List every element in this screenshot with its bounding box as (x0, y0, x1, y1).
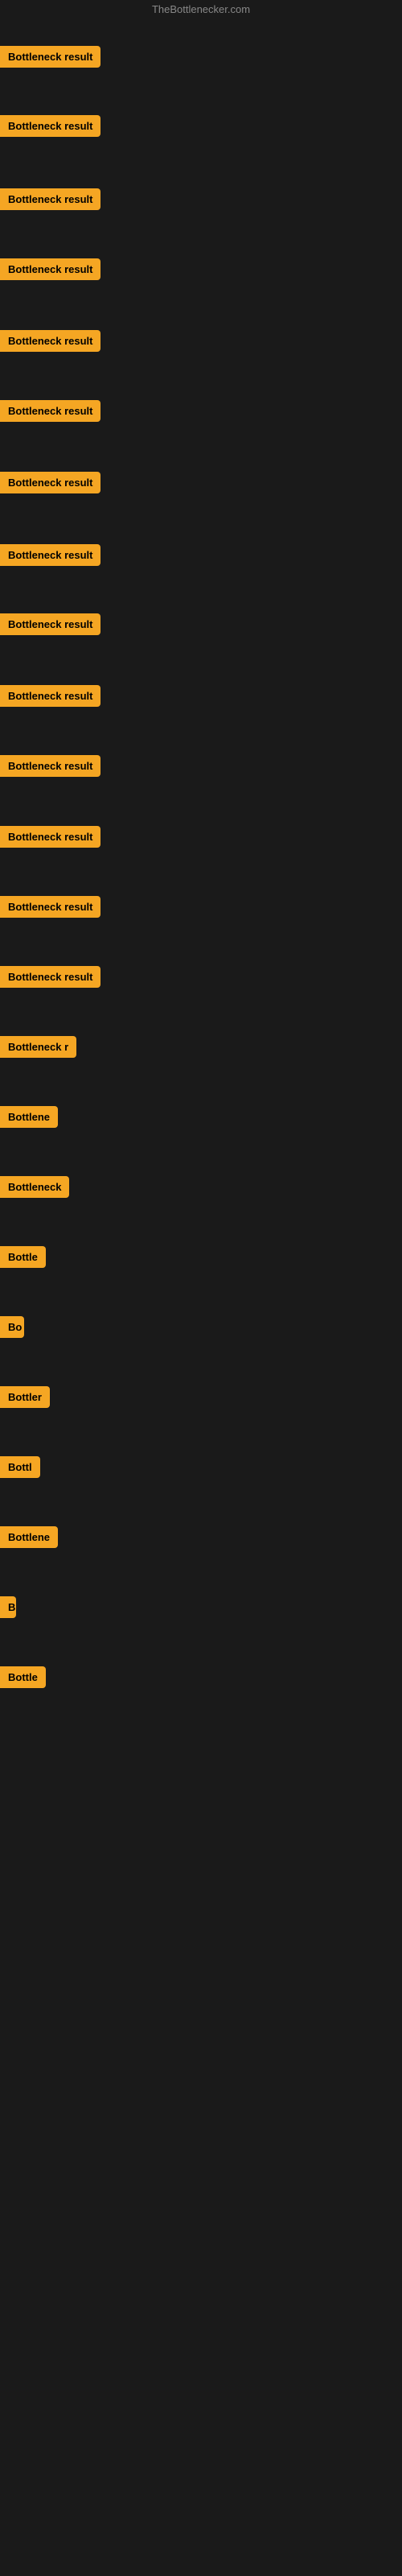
bottleneck-result-badge: Bottl (0, 1456, 40, 1478)
bottleneck-result-badge: Bottler (0, 1386, 50, 1408)
bottleneck-result-badge: Bottleneck result (0, 188, 100, 210)
bottleneck-result-badge: Bottlene (0, 1526, 58, 1548)
bottleneck-result-badge: Bottleneck (0, 1176, 69, 1198)
bottleneck-result-badge: Bottleneck result (0, 896, 100, 918)
bottleneck-result-badge: Bottleneck result (0, 613, 100, 635)
bottleneck-result-badge: Bottle (0, 1246, 46, 1268)
site-title: TheBottlenecker.com (0, 0, 402, 19)
bottleneck-result-badge: Bottleneck result (0, 46, 100, 68)
bottleneck-result-badge: Bottleneck result (0, 544, 100, 566)
bottleneck-result-badge: Bottleneck result (0, 966, 100, 988)
bottleneck-result-badge: Bottleneck r (0, 1036, 76, 1058)
bottleneck-result-badge: Bo (0, 1316, 24, 1338)
bottleneck-result-badge: Bottleneck result (0, 472, 100, 493)
bottleneck-result-badge: Bottle (0, 1666, 46, 1688)
bottleneck-result-badge: Bottleneck result (0, 755, 100, 777)
bottleneck-result-badge: Bottleneck result (0, 826, 100, 848)
bottleneck-result-badge: B (0, 1596, 16, 1618)
bottleneck-result-badge: Bottleneck result (0, 330, 100, 352)
bottleneck-result-badge: Bottleneck result (0, 400, 100, 422)
bottleneck-result-badge: Bottleneck result (0, 685, 100, 707)
bottleneck-result-badge: Bottleneck result (0, 115, 100, 137)
bottleneck-result-badge: Bottlene (0, 1106, 58, 1128)
bottleneck-result-badge: Bottleneck result (0, 258, 100, 280)
